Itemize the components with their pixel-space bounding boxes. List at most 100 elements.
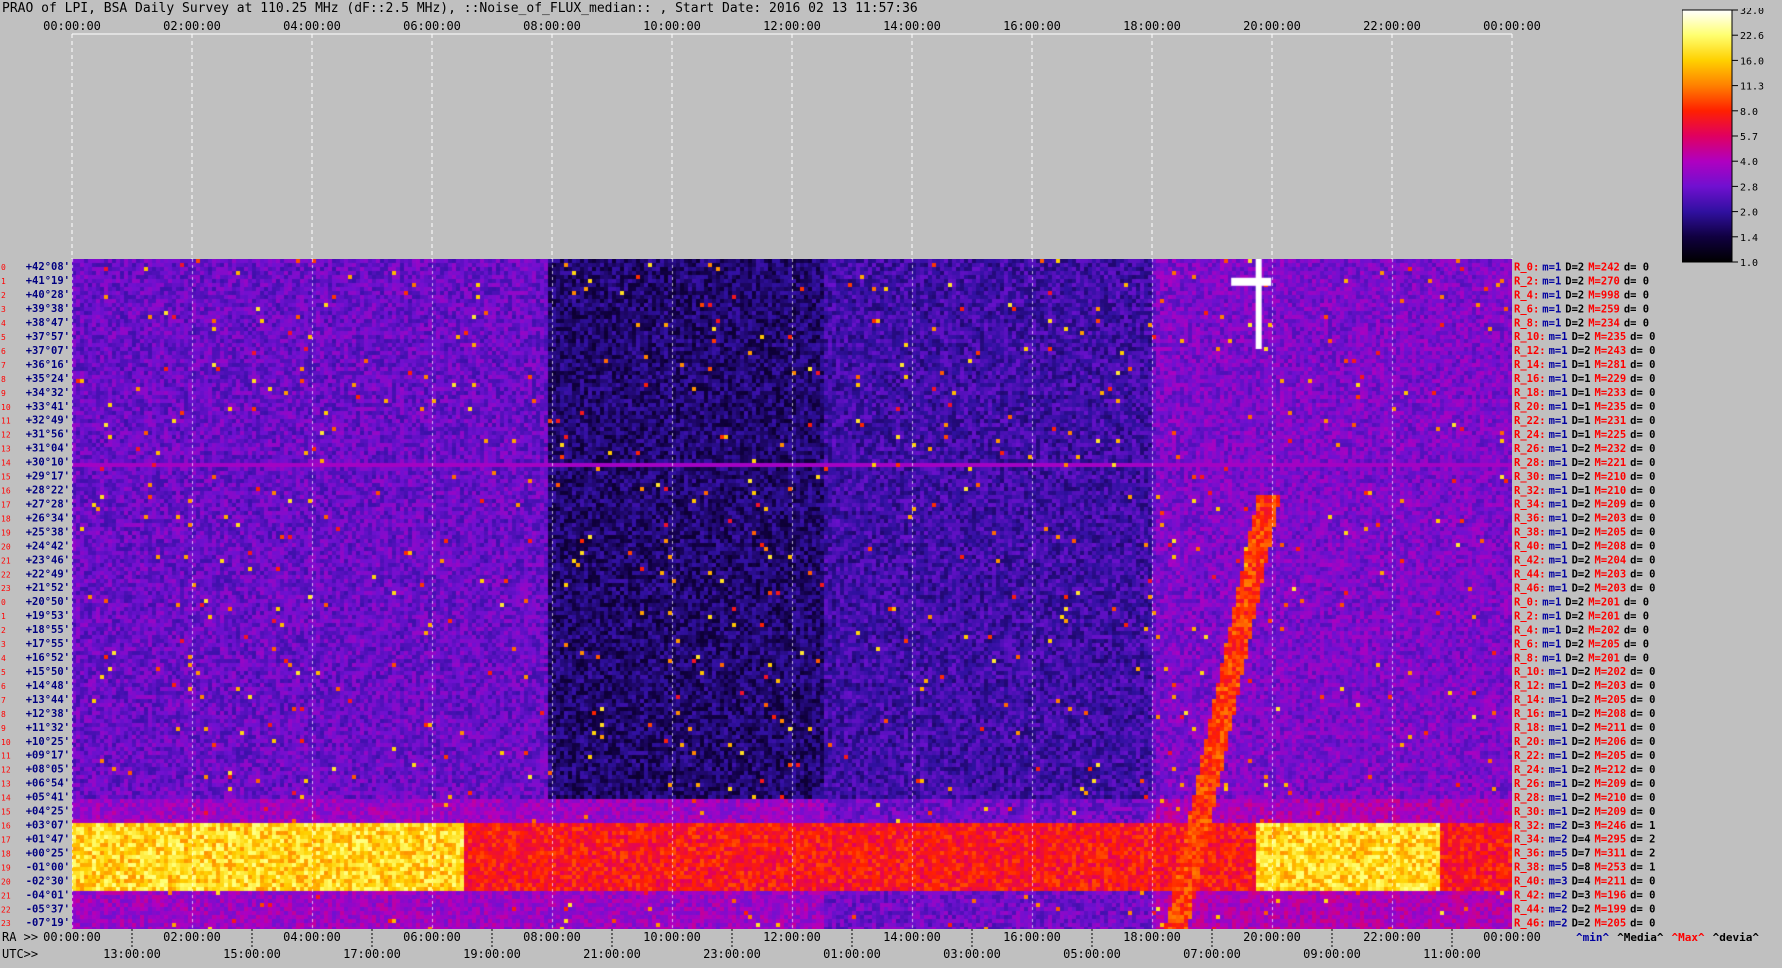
beam-stat-max: M=210 [1595, 471, 1627, 483]
beam-stat-name: R_20: [1514, 736, 1546, 748]
beam-stat-min: m=1 [1549, 555, 1568, 567]
beam-stat-min: m=1 [1542, 303, 1561, 315]
beam-index-label: 8 [1, 375, 6, 384]
ra-tick-label: 12:00:00 [763, 930, 821, 944]
beam-stat-min: m=1 [1549, 708, 1568, 720]
beam-stat-min: m=1 [1549, 764, 1568, 776]
beam-index-label: 12 [1, 766, 11, 775]
beam-stat-median: D=2 [1572, 555, 1591, 567]
beam-stat-min: m=1 [1549, 792, 1568, 804]
declination-label: +21°52' [26, 582, 70, 594]
beam-stat-min: m=1 [1542, 610, 1561, 622]
beam-index-label: 17 [1, 500, 11, 509]
beam-stat-name: R_20: [1514, 401, 1546, 413]
beam-stat-min: m=1 [1549, 582, 1568, 594]
beam-stat-row: R_4: m=1 D=2 M=998 d= 0 [1514, 289, 1649, 301]
beam-stat-min: m=2 [1549, 890, 1568, 902]
beam-stat-row: R_42: m=1 D=2 M=204 d= 0 [1514, 555, 1655, 567]
beam-stat-dev: d= 0 [1630, 555, 1655, 567]
beam-stat-max: M=281 [1595, 359, 1627, 371]
utc-axis-label: UTC>> [2, 947, 38, 961]
heatmap-plot [72, 259, 1512, 929]
beam-stat-median: D=4 [1572, 876, 1591, 888]
declination-label: +11°32' [26, 722, 70, 734]
top-tick-label: 00:00:00 [1483, 19, 1541, 33]
ra-axis-label: RA >> [2, 930, 38, 944]
beam-index-label: 18 [1, 849, 11, 858]
beam-stat-name: R_16: [1514, 708, 1546, 720]
beam-stat-median: D=2 [1565, 289, 1584, 301]
ra-tick-label: 00:00:00 [1483, 930, 1541, 944]
beam-stat-median: D=2 [1572, 722, 1591, 734]
beam-stat-row: R_20: m=1 D=2 M=206 d= 0 [1514, 736, 1655, 748]
beam-stat-name: R_12: [1514, 345, 1546, 357]
beam-index-label: 9 [1, 389, 6, 398]
ra-tick-label: 10:00:00 [643, 930, 701, 944]
colorbar: 32.0 22.6 16.0 11.3 8.0 5.7 4.0 2.8 2.0 1.4 1.0 [1682, 8, 1764, 268]
beam-stat-row: R_30: m=1 D=2 M=209 d= 0 [1514, 806, 1655, 818]
beam-stat-row: R_26: m=1 D=2 M=232 d= 0 [1514, 443, 1655, 455]
top-tick-label: 02:00:00 [163, 19, 221, 33]
beam-stat-dev: d= 0 [1630, 457, 1655, 469]
beam-index-label: 19 [1, 528, 11, 537]
beam-stat-median: D=2 [1572, 471, 1591, 483]
beam-index-label: 19 [1, 863, 11, 872]
beam-index-label: 10 [1, 403, 11, 412]
beam-stat-max: M=205 [1595, 527, 1627, 539]
beam-stat-row: R_34: m=2 D=4 M=295 d= 2 [1514, 834, 1655, 846]
beam-stat-row: R_0: m=1 D=2 M=242 d= 0 [1514, 261, 1649, 273]
utc-tick-label: 15:00:00 [223, 947, 281, 961]
beam-stat-dev: d= 1 [1630, 862, 1655, 874]
beam-stat-median: D=2 [1572, 499, 1591, 511]
beam-stat-dev: d= 2 [1630, 834, 1655, 846]
beam-stat-row: R_22: m=1 D=1 M=231 d= 0 [1514, 415, 1655, 427]
beam-stat-min: m=1 [1542, 652, 1561, 664]
beam-stat-max: M=209 [1595, 778, 1627, 790]
beam-stat-max: M=202 [1595, 666, 1627, 678]
utc-tick-label: 19:00:00 [463, 947, 521, 961]
beam-stat-dev: d= 0 [1624, 261, 1649, 273]
declination-label: +31°04' [26, 443, 70, 455]
beam-index-label: 0 [1, 263, 6, 272]
declination-label: +32°49' [26, 415, 70, 427]
beam-stat-row: R_2: m=1 D=2 M=270 d= 0 [1514, 275, 1649, 287]
beam-stat-min: m=1 [1549, 666, 1568, 678]
declination-label: +01°47' [26, 833, 70, 845]
beam-index-label: 4 [1, 319, 6, 328]
ra-tick-label: 06:00:00 [403, 930, 461, 944]
beam-index-label: 9 [1, 724, 6, 733]
colorbar-tick-label: 4.0 [1740, 157, 1758, 168]
beam-stat-min: m=1 [1549, 527, 1568, 539]
ra-tick-label: 02:00:00 [163, 930, 221, 944]
beam-stat-name: R_6: [1514, 638, 1539, 650]
beam-stat-dev: d= 0 [1624, 596, 1649, 608]
colorbar-tick-label: 11.3 [1740, 82, 1764, 93]
beam-index-label: 18 [1, 514, 11, 523]
beam-stat-max: M=270 [1588, 275, 1620, 287]
beam-stat-row: R_20: m=1 D=1 M=235 d= 0 [1514, 401, 1655, 413]
declination-label: +00°25' [26, 847, 70, 859]
beam-stat-max: M=201 [1588, 652, 1620, 664]
beam-index-label: 8 [1, 710, 6, 719]
beam-stat-dev: d= 0 [1630, 806, 1655, 818]
beam-stat-name: R_4: [1514, 289, 1539, 301]
beam-stat-dev: d= 0 [1630, 917, 1655, 929]
beam-stat-median: D=2 [1572, 904, 1591, 916]
beam-stat-name: R_18: [1514, 722, 1546, 734]
beam-stat-median: D=1 [1572, 387, 1591, 399]
beam-stat-name: R_30: [1514, 471, 1546, 483]
beam-stat-min: m=1 [1542, 261, 1561, 273]
beam-stat-row: R_18: m=1 D=2 M=211 d= 0 [1514, 722, 1655, 734]
declination-label: +16°52' [26, 652, 70, 664]
beam-stat-median: D=2 [1565, 624, 1584, 636]
beam-stat-min: m=1 [1549, 429, 1568, 441]
beam-stat-median: D=1 [1572, 415, 1591, 427]
beam-stat-max: M=206 [1595, 736, 1627, 748]
beam-stat-dev: d= 0 [1630, 904, 1655, 916]
top-tick-label: 20:00:00 [1243, 19, 1301, 33]
declination-label: +41°19' [26, 275, 70, 287]
beam-stat-row: R_46: m=2 D=2 M=205 d= 0 [1514, 917, 1655, 929]
beam-stat-dev: d= 0 [1630, 890, 1655, 902]
beam-stat-dev: d= 0 [1630, 471, 1655, 483]
beam-stat-min: m=1 [1542, 275, 1561, 287]
